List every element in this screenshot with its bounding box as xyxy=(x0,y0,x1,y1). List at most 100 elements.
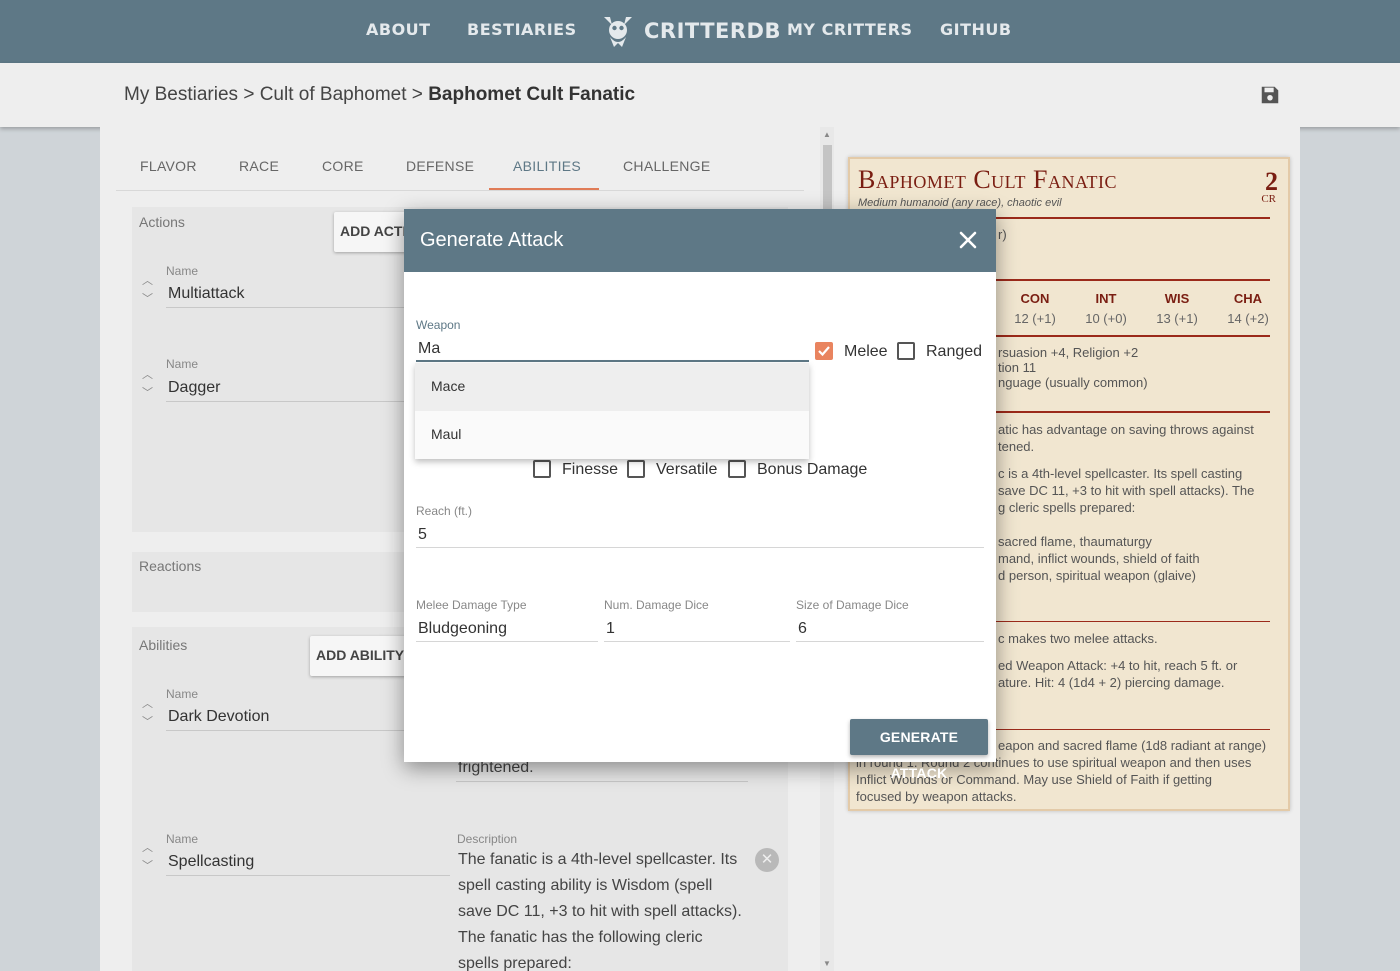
dialog-header: Generate Attack xyxy=(404,209,996,272)
breadcrumb-separator: > xyxy=(243,84,255,105)
tab-defense[interactable]: DEFENSE xyxy=(406,158,474,174)
stat-value: 13 (+1) xyxy=(1156,311,1198,326)
nav-bestiaries-link[interactable]: BESTIARIES xyxy=(467,20,577,39)
logo[interactable]: CRITTERDB xyxy=(600,11,781,51)
statblock-action-line: ature. Hit: 4 (1d4 + 2) piercing damage. xyxy=(998,675,1225,690)
versatile-checkbox[interactable] xyxy=(627,460,645,478)
versatile-label[interactable]: Versatile xyxy=(656,461,717,479)
check-icon xyxy=(818,346,830,357)
melee-checkbox[interactable] xyxy=(815,342,833,360)
bonus-damage-checkbox[interactable] xyxy=(728,460,746,478)
logo-text: CRITTERDB xyxy=(644,19,781,43)
action-name-input[interactable]: Dagger xyxy=(168,379,220,397)
nav-about-link[interactable]: ABOUT xyxy=(366,20,431,39)
stat-value: 10 (+0) xyxy=(1085,311,1127,326)
remove-ability-button[interactable]: ✕ xyxy=(755,848,779,872)
description-line: save DC 11, +3 to hit with spell attacks… xyxy=(458,903,742,920)
bonus-damage-label[interactable]: Bonus Damage xyxy=(757,461,867,479)
weapon-label: Weapon xyxy=(416,318,461,332)
statblock-trait-line: tened. xyxy=(998,439,1035,454)
ranged-label[interactable]: Ranged xyxy=(926,343,982,361)
stat-key: CON xyxy=(1020,291,1050,306)
generate-attack-button[interactable]: GENERATE ATTACK xyxy=(850,719,988,781)
ability-description-label: Description xyxy=(457,832,518,846)
tab-core[interactable]: CORE xyxy=(322,158,364,174)
move-down-icon[interactable]: ﹀ xyxy=(142,388,153,399)
num-damage-dice-label: Num. Damage Dice xyxy=(604,598,709,612)
tab-abilities[interactable]: ABILITIES xyxy=(513,158,581,174)
action-name-label: Name xyxy=(166,357,199,371)
tab-challenge[interactable]: CHALLENGE xyxy=(623,158,711,174)
tab-race[interactable]: RACE xyxy=(239,158,279,174)
ranged-checkbox[interactable] xyxy=(897,342,915,360)
autocomplete-option-mace[interactable]: Mace xyxy=(415,363,809,411)
statblock-action-line: c makes two melee attacks. xyxy=(998,631,1158,646)
ability-name-input[interactable]: Dark Devotion xyxy=(168,708,269,726)
close-icon[interactable] xyxy=(958,230,978,250)
move-up-icon[interactable]: ︿ xyxy=(142,699,153,710)
move-up-icon[interactable]: ︿ xyxy=(142,276,153,287)
stat-wis: WIS 13 (+1) xyxy=(1147,291,1207,326)
statblock-spell-line: save DC 11, +3 to hit with spell attacks… xyxy=(998,483,1255,498)
reactions-title: Reactions xyxy=(139,558,202,574)
statblock-spell-list-line: sacred flame, thaumaturgy xyxy=(998,534,1152,549)
ability-description-underline xyxy=(456,781,748,782)
ability-name-underline xyxy=(166,730,406,731)
breadcrumb-my-bestiaries[interactable]: My Bestiaries xyxy=(124,84,238,105)
active-tab-indicator xyxy=(489,188,599,190)
statblock-cr-label: CR xyxy=(1261,193,1276,205)
stat-value: 12 (+1) xyxy=(1014,311,1056,326)
stat-int: INT 10 (+0) xyxy=(1076,291,1136,326)
nav-github-link[interactable]: GITHUB xyxy=(940,20,1012,39)
finesse-label[interactable]: Finesse xyxy=(562,461,618,479)
action-name-underline xyxy=(166,307,406,308)
statblock-spell-list-line: d person, spiritual weapon (glaive) xyxy=(998,568,1196,583)
tab-flavor[interactable]: FLAVOR xyxy=(140,158,197,174)
weapon-input-underline xyxy=(416,360,809,362)
statblock-subtitle: Medium humanoid (any race), chaotic evil xyxy=(858,197,1062,209)
scroll-up-arrow-icon[interactable]: ▲ xyxy=(823,131,831,139)
num-damage-dice-input[interactable]: 1 xyxy=(606,620,615,638)
add-action-button[interactable]: ADD ACTION xyxy=(334,212,414,252)
melee-label[interactable]: Melee xyxy=(844,343,888,361)
weapon-autocomplete-menu: Mace Maul xyxy=(415,363,809,459)
reach-input[interactable]: 5 xyxy=(418,526,427,544)
statblock-action-line: ed Weapon Attack: +4 to hit, reach 5 ft.… xyxy=(998,658,1238,673)
dialog-title: Generate Attack xyxy=(420,229,564,251)
breadcrumb-separator: > xyxy=(411,84,423,105)
ability-name-underline xyxy=(166,875,450,876)
actions-title: Actions xyxy=(139,214,185,230)
move-down-icon[interactable]: ﹀ xyxy=(142,717,153,728)
action-name-label: Name xyxy=(166,264,199,278)
description-line: The fanatic is a 4th-level spellcaster. … xyxy=(458,851,738,868)
move-up-icon[interactable]: ︿ xyxy=(142,843,153,854)
reach-label: Reach (ft.) xyxy=(416,504,473,518)
statblock-languages: nguage (usually common) xyxy=(998,375,1148,390)
nav-my-critters-link[interactable]: MY CRITTERS xyxy=(787,20,913,39)
move-down-icon[interactable]: ﹀ xyxy=(142,294,153,305)
reach-input-underline xyxy=(416,547,984,548)
ability-name-label: Name xyxy=(166,832,199,846)
weapon-input[interactable]: Ma xyxy=(418,340,440,358)
autocomplete-option-maul[interactable]: Maul xyxy=(415,411,809,459)
damage-type-input[interactable]: Bludgeoning xyxy=(418,620,507,638)
statblock-trait-line: atic has advantage on saving throws agai… xyxy=(998,422,1254,437)
breadcrumb-bestiary[interactable]: Cult of Baphomet xyxy=(260,84,407,105)
move-down-icon[interactable]: ﹀ xyxy=(142,861,153,872)
generate-attack-dialog: Generate Attack Weapon Ma Melee Ranged F… xyxy=(404,209,996,781)
save-icon[interactable] xyxy=(1259,84,1281,106)
stat-key: CHA xyxy=(1233,291,1263,306)
dice-size-label: Size of Damage Dice xyxy=(796,598,909,612)
critter-logo-icon xyxy=(604,17,632,47)
stat-con: CON 12 (+1) xyxy=(1005,291,1065,326)
finesse-checkbox[interactable] xyxy=(533,460,551,478)
add-ability-button[interactable]: ADD ABILITY xyxy=(310,636,414,676)
breadcrumb-bar: My Bestiaries > Cult of Baphomet > Bapho… xyxy=(0,63,1400,127)
action-name-input[interactable]: Multiattack xyxy=(168,285,244,303)
ability-name-input[interactable]: Spellcasting xyxy=(168,853,254,871)
action-name-underline xyxy=(166,401,406,402)
scroll-down-arrow-icon[interactable]: ▼ xyxy=(823,960,831,968)
move-up-icon[interactable]: ︿ xyxy=(142,370,153,381)
top-navbar: ABOUT BESTIARIES CRITTERDB MY CRITTERS G… xyxy=(0,0,1400,63)
dice-size-input[interactable]: 6 xyxy=(798,620,807,638)
